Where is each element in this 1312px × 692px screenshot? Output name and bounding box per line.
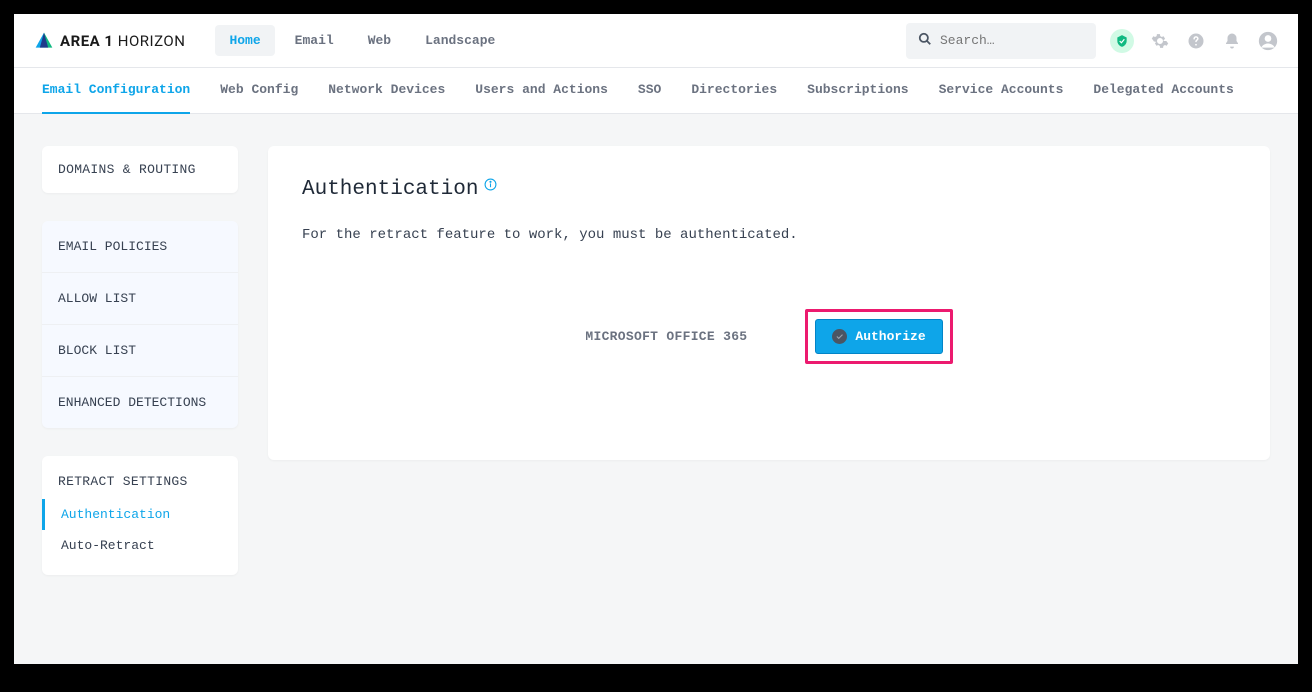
authorize-button[interactable]: Authorize	[815, 319, 942, 354]
sidebar-item-allow-list[interactable]: ALLOW LIST	[42, 272, 238, 324]
sidebar-domains-routing-label: DOMAINS & ROUTING	[42, 146, 238, 193]
topnav-home[interactable]: Home	[215, 25, 274, 56]
search-box[interactable]	[906, 23, 1096, 59]
logo-icon	[34, 31, 54, 51]
subnav-users-actions[interactable]: Users and Actions	[475, 68, 608, 114]
sidebar-item-auto-retract[interactable]: Auto-Retract	[42, 530, 238, 561]
subnav: Email Configuration Web Config Network D…	[14, 68, 1298, 114]
subnav-subscriptions[interactable]: Subscriptions	[807, 68, 908, 114]
sidebar: DOMAINS & ROUTING EMAIL POLICIES ALLOW L…	[42, 146, 238, 575]
provider-label: MICROSOFT OFFICE 365	[585, 329, 747, 344]
sidebar-policies: EMAIL POLICIES ALLOW LIST BLOCK LIST ENH…	[42, 221, 238, 428]
sidebar-retract-header: RETRACT SETTINGS	[42, 456, 238, 499]
subnav-delegated-accounts[interactable]: Delegated Accounts	[1093, 68, 1233, 114]
authorize-highlight: Authorize	[805, 309, 952, 364]
topnav-web[interactable]: Web	[354, 25, 405, 56]
top-icons	[1110, 29, 1278, 53]
help-icon[interactable]	[1186, 31, 1206, 51]
shield-status-icon[interactable]	[1110, 29, 1134, 53]
auth-row: MICROSOFT OFFICE 365 Authorize	[302, 309, 1236, 364]
topnav-landscape[interactable]: Landscape	[411, 25, 509, 56]
page-description: For the retract feature to work, you mus…	[302, 227, 1236, 243]
app-frame: AREA 1 HORIZON Home Email Web Landscape	[14, 14, 1298, 664]
subnav-sso[interactable]: SSO	[638, 68, 661, 114]
sidebar-retract-settings: RETRACT SETTINGS Authentication Auto-Ret…	[42, 456, 238, 575]
content-area: DOMAINS & ROUTING EMAIL POLICIES ALLOW L…	[14, 114, 1298, 607]
subnav-service-accounts[interactable]: Service Accounts	[939, 68, 1064, 114]
gear-icon[interactable]	[1150, 31, 1170, 51]
sidebar-item-authentication[interactable]: Authentication	[42, 499, 238, 530]
search-input[interactable]	[940, 33, 1084, 48]
topbar: AREA 1 HORIZON Home Email Web Landscape	[14, 14, 1298, 68]
brand-light: HORIZON	[118, 32, 186, 50]
page-title: Authentication	[302, 178, 478, 201]
brand-bold: AREA 1	[60, 32, 114, 50]
subnav-directories[interactable]: Directories	[691, 68, 777, 114]
sidebar-item-block-list[interactable]: BLOCK LIST	[42, 324, 238, 376]
check-circle-icon	[832, 329, 847, 344]
subnav-web-config[interactable]: Web Config	[220, 68, 298, 114]
sidebar-item-enhanced-detections[interactable]: ENHANCED DETECTIONS	[42, 376, 238, 428]
bell-icon[interactable]	[1222, 31, 1242, 51]
topnav-email[interactable]: Email	[281, 25, 348, 56]
authorize-label: Authorize	[855, 329, 925, 344]
panel-title-row: Authentication	[302, 178, 1236, 201]
brand-logo[interactable]: AREA 1 HORIZON	[34, 31, 185, 51]
sidebar-item-email-policies[interactable]: EMAIL POLICIES	[42, 221, 238, 272]
subnav-email-configuration[interactable]: Email Configuration	[42, 68, 190, 114]
top-nav: Home Email Web Landscape	[215, 25, 509, 56]
user-icon[interactable]	[1258, 31, 1278, 51]
brand-name: AREA 1 HORIZON	[60, 32, 185, 50]
sidebar-domains-routing[interactable]: DOMAINS & ROUTING	[42, 146, 238, 193]
subnav-network-devices[interactable]: Network Devices	[328, 68, 445, 114]
main-panel: Authentication For the retract feature t…	[268, 146, 1270, 460]
search-icon	[918, 31, 932, 50]
info-icon[interactable]	[484, 176, 497, 195]
